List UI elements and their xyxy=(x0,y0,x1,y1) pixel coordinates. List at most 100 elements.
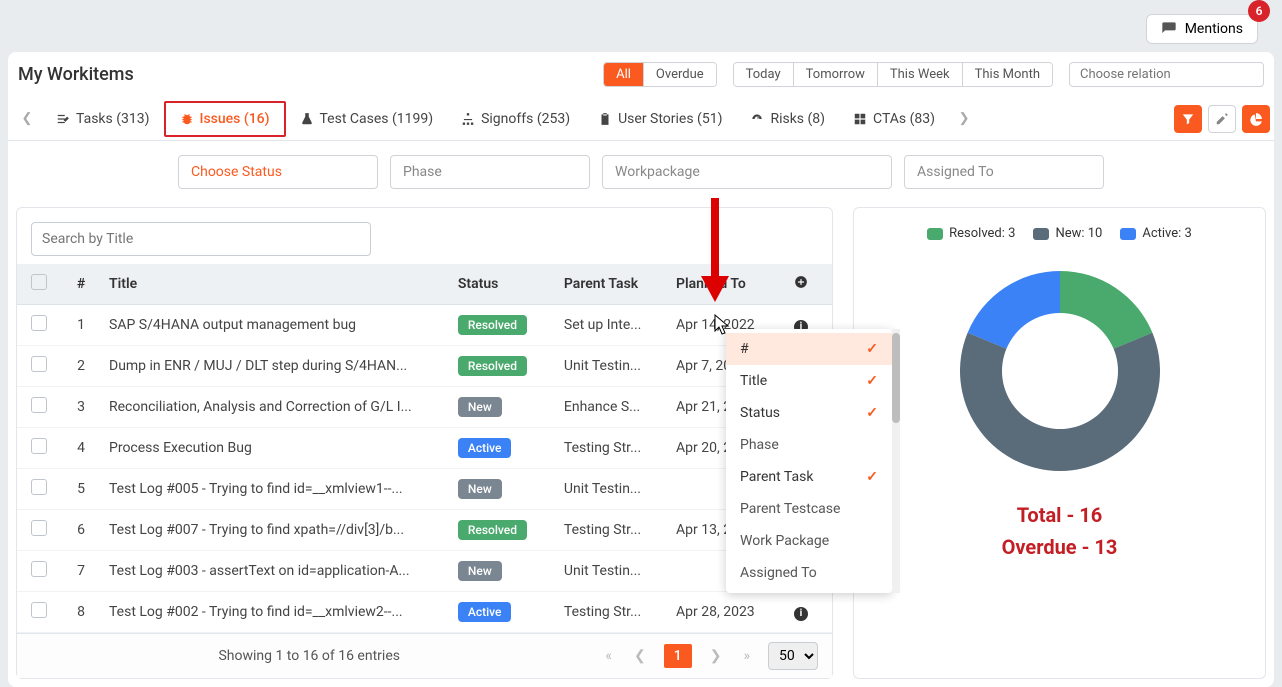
row-title[interactable]: Process Execution Bug xyxy=(101,428,450,469)
row-parent: Testing Str... xyxy=(556,510,668,551)
grid-icon xyxy=(853,112,867,126)
row-title[interactable]: Dump in ENR / MUJ / DLT step during S/4H… xyxy=(101,346,450,387)
pager-last[interactable]: » xyxy=(739,648,754,664)
pill-this-week[interactable]: This Week xyxy=(878,63,963,86)
row-checkbox[interactable] xyxy=(31,520,47,536)
table-row[interactable]: 5Test Log #005 - Trying to find id=__xml… xyxy=(17,469,832,510)
col-num[interactable]: # xyxy=(61,264,101,305)
pager-first[interactable]: « xyxy=(601,648,616,664)
pager-perpage[interactable]: 50 xyxy=(768,642,818,670)
tab-tasks[interactable]: Tasks (313) xyxy=(42,103,164,135)
row-checkbox[interactable] xyxy=(31,602,47,618)
col-title[interactable]: Title xyxy=(101,264,450,305)
filter-button[interactable] xyxy=(1174,105,1202,133)
tab-userstories[interactable]: User Stories (51) xyxy=(584,103,736,135)
column-picker-option[interactable]: Title✓ xyxy=(726,365,892,397)
pager-page[interactable]: 1 xyxy=(664,644,692,668)
table-row[interactable]: 4Process Execution BugActiveTesting Str.… xyxy=(17,428,832,469)
tab-testcases[interactable]: Test Cases (1199) xyxy=(286,103,448,135)
tab-risks[interactable]: Risks (8) xyxy=(736,103,839,135)
row-title[interactable]: Test Log #003 - assertText on id=applica… xyxy=(101,551,450,592)
row-checkbox[interactable] xyxy=(31,356,47,372)
tab-ctas[interactable]: CTAs (83) xyxy=(839,103,949,135)
row-planned: Apr 28, 2023 xyxy=(668,592,786,633)
tab-userstories-label: User Stories (51) xyxy=(618,111,722,127)
total-count: Total - 16 xyxy=(1002,499,1118,531)
flask-icon xyxy=(300,112,314,126)
sitemap-icon xyxy=(461,112,475,126)
column-picker-toggle[interactable] xyxy=(786,264,816,305)
tabs-scroll-left[interactable]: ❮ xyxy=(12,111,42,126)
status-pill: Resolved xyxy=(458,315,527,335)
legend-resolved: Resolved: 3 xyxy=(949,226,1015,241)
row-checkbox[interactable] xyxy=(31,561,47,577)
pager: Showing 1 to 16 of 16 entries « ❮ 1 ❯ » … xyxy=(17,633,832,678)
filter-phase[interactable]: Phase xyxy=(390,155,590,189)
table-row[interactable]: 1SAP S/4HANA output management bug Resolv… xyxy=(17,305,832,346)
row-title[interactable]: SAP S/4HANA output management bug xyxy=(101,305,450,346)
chart-button[interactable] xyxy=(1242,105,1270,133)
column-picker-option[interactable]: Work Package xyxy=(726,525,892,557)
pill-tomorrow[interactable]: Tomorrow xyxy=(794,63,878,86)
notification-badge: 6 xyxy=(1248,0,1270,22)
column-picker-dropdown[interactable]: #✓Title✓Status✓PhaseParent Task✓Parent T… xyxy=(726,329,892,593)
pill-this-month[interactable]: This Month xyxy=(963,63,1052,86)
row-title[interactable]: Reconciliation, Analysis and Correction … xyxy=(101,387,450,428)
status-pill: New xyxy=(458,397,502,417)
row-checkbox[interactable] xyxy=(31,438,47,454)
filter-assigned[interactable]: Assigned To xyxy=(904,155,1104,189)
edit-button[interactable] xyxy=(1208,105,1236,133)
cursor-pointer xyxy=(714,314,732,341)
row-parent: Unit Testin... xyxy=(556,469,668,510)
tab-signoffs[interactable]: Signoffs (253) xyxy=(447,103,584,135)
chart-legend: Resolved: 3 New: 10 Active: 3 xyxy=(927,226,1192,241)
edit-icon xyxy=(1215,112,1229,126)
column-picker-option[interactable]: Parent Task✓ xyxy=(726,461,892,493)
table-row[interactable]: 7Test Log #003 - assertText on id=applic… xyxy=(17,551,832,592)
column-picker-option[interactable]: #✓ xyxy=(726,333,892,365)
row-title[interactable]: Test Log #005 - Trying to find id=__xmlv… xyxy=(101,469,450,510)
tab-signoffs-label: Signoffs (253) xyxy=(481,111,570,127)
status-pill: Active xyxy=(458,438,512,458)
column-picker-option[interactable]: Parent Testcase xyxy=(726,493,892,525)
tab-issues[interactable]: Issues (16) xyxy=(164,101,286,137)
table-row[interactable]: 3Reconciliation, Analysis and Correction… xyxy=(17,387,832,428)
status-pill: New xyxy=(458,561,502,581)
tab-testcases-label: Test Cases (1199) xyxy=(320,111,434,127)
row-checkbox[interactable] xyxy=(31,315,47,331)
tab-risks-label: Risks (8) xyxy=(770,111,825,127)
col-parent[interactable]: Parent Task xyxy=(556,264,668,305)
column-picker-option[interactable]: Phase xyxy=(726,429,892,461)
mentions-button[interactable]: Mentions xyxy=(1146,14,1258,44)
dropdown-scrollbar[interactable] xyxy=(892,329,900,593)
select-all-checkbox[interactable] xyxy=(31,274,47,290)
status-pill: Resolved xyxy=(458,356,527,376)
filter-workpackage[interactable]: Workpackage xyxy=(602,155,892,189)
overdue-count: Overdue - 13 xyxy=(1002,531,1118,563)
table-row[interactable]: 6Test Log #007 - Trying to find xpath=//… xyxy=(17,510,832,551)
table-row[interactable]: 8Test Log #002 - Trying to find id=__xml… xyxy=(17,592,832,633)
relation-input[interactable] xyxy=(1069,62,1264,87)
legend-new: New: 10 xyxy=(1055,226,1102,241)
pill-all[interactable]: All xyxy=(604,63,644,86)
row-num: 7 xyxy=(61,551,101,592)
pager-prev[interactable]: ❮ xyxy=(630,648,650,664)
column-picker-option[interactable]: Status✓ xyxy=(726,397,892,429)
pager-next[interactable]: ❯ xyxy=(706,648,726,664)
row-checkbox[interactable] xyxy=(31,479,47,495)
search-input[interactable] xyxy=(31,222,371,256)
plus-circle-icon xyxy=(794,275,808,289)
pill-today[interactable]: Today xyxy=(734,63,794,86)
tabs-scroll-right[interactable]: ❯ xyxy=(949,111,979,126)
col-status[interactable]: Status xyxy=(450,264,556,305)
row-info[interactable]: i xyxy=(786,592,816,633)
filter-status[interactable]: Choose Status xyxy=(178,155,378,189)
column-picker-option[interactable]: Assigned To xyxy=(726,557,892,589)
row-num: 1 xyxy=(61,305,101,346)
row-checkbox[interactable] xyxy=(31,397,47,413)
table-row[interactable]: 2Dump in ENR / MUJ / DLT step during S/4… xyxy=(17,346,832,387)
row-title[interactable]: Test Log #007 - Trying to find xpath=//d… xyxy=(101,510,450,551)
row-title[interactable]: Test Log #002 - Trying to find id=__xmlv… xyxy=(101,592,450,633)
row-num: 8 xyxy=(61,592,101,633)
pill-overdue[interactable]: Overdue xyxy=(644,63,716,86)
